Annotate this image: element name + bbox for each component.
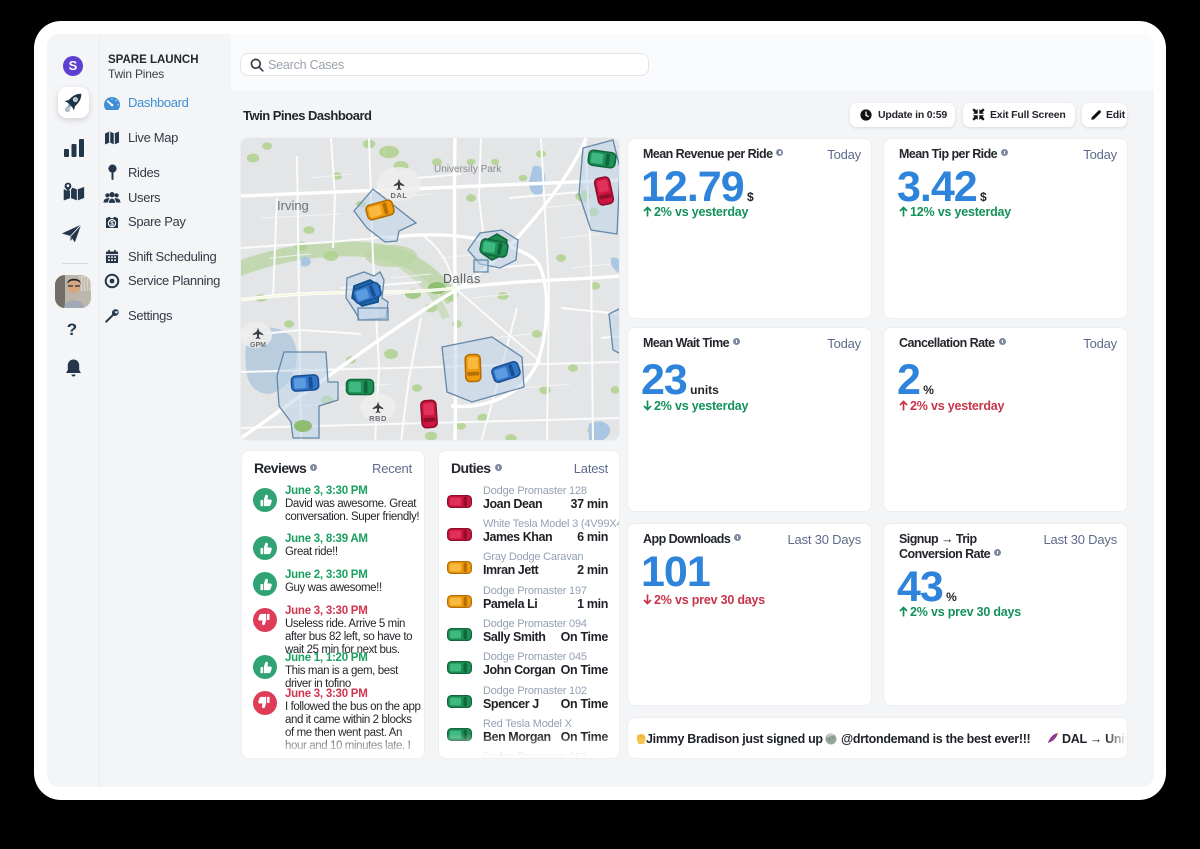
svg-text:Dallas: Dallas	[443, 272, 481, 286]
svg-text:University Park: University Park	[434, 164, 502, 175]
svg-text:Irving: Irving	[277, 198, 309, 213]
svg-text:$: $	[110, 221, 114, 228]
svg-text:DAL: DAL	[391, 191, 408, 200]
svg-text:RBD: RBD	[369, 414, 387, 423]
svg-text:GPM: GPM	[250, 342, 266, 349]
